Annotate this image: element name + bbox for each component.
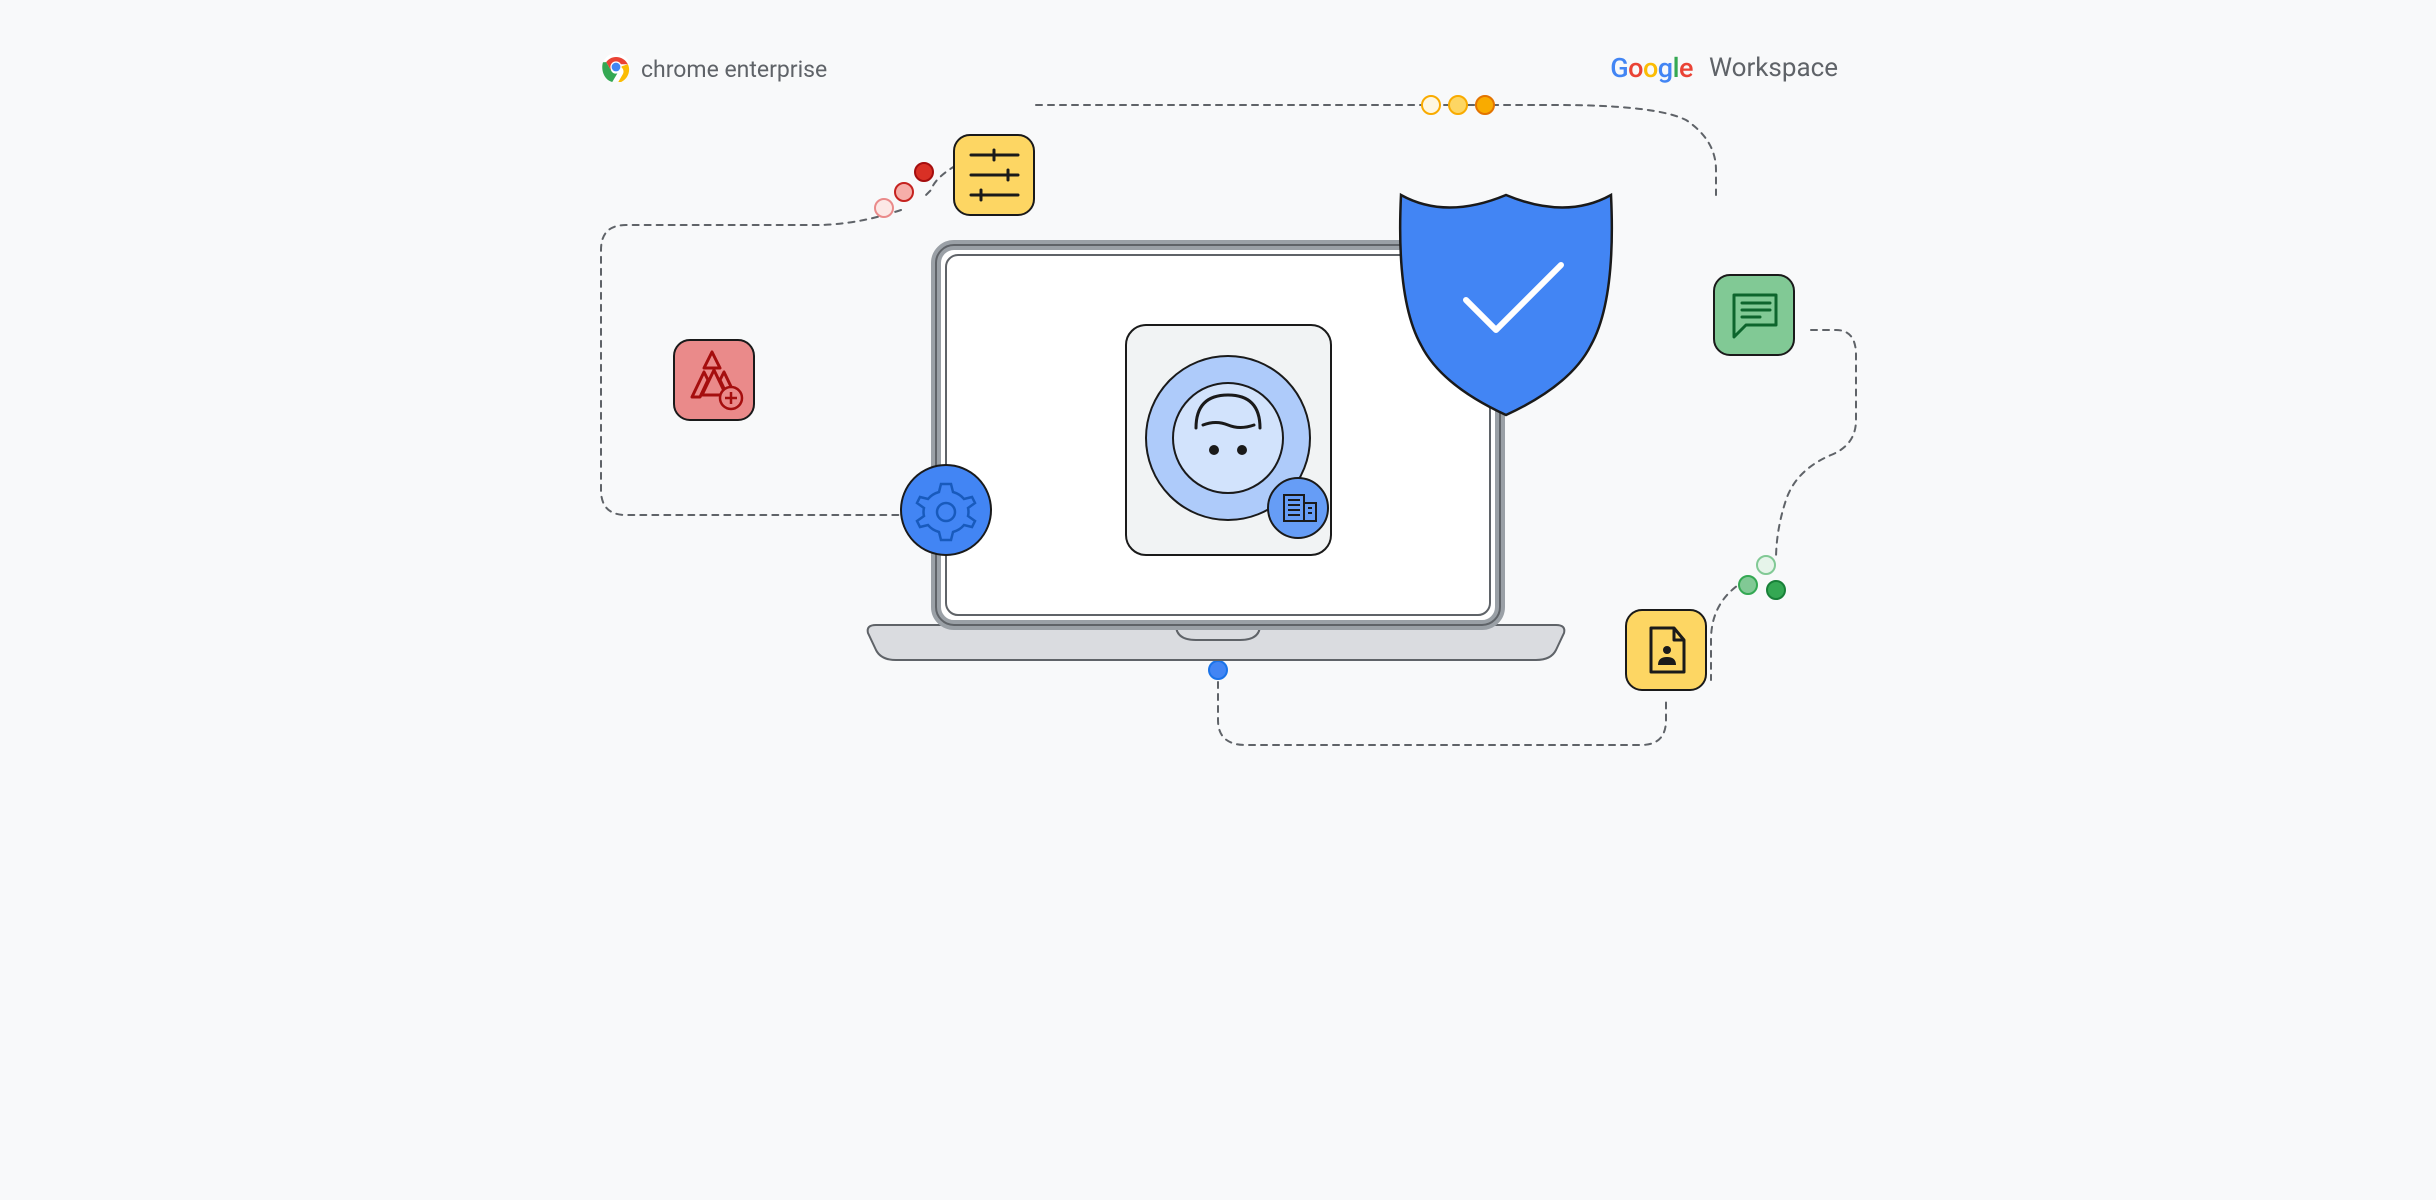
chat-tile [1714, 275, 1794, 355]
user-card [1126, 325, 1331, 555]
user-avatar-icon [1173, 383, 1283, 493]
drive-plus-tile [674, 340, 754, 420]
building-badge [1268, 478, 1328, 538]
gear-badge [901, 465, 991, 555]
diagram-canvas: chrome enterprise Google Workspace [456, 0, 1980, 800]
contact-document-tile [1626, 610, 1706, 690]
settings-sliders-tile [954, 135, 1034, 215]
diagram-illustration [456, 0, 1980, 800]
